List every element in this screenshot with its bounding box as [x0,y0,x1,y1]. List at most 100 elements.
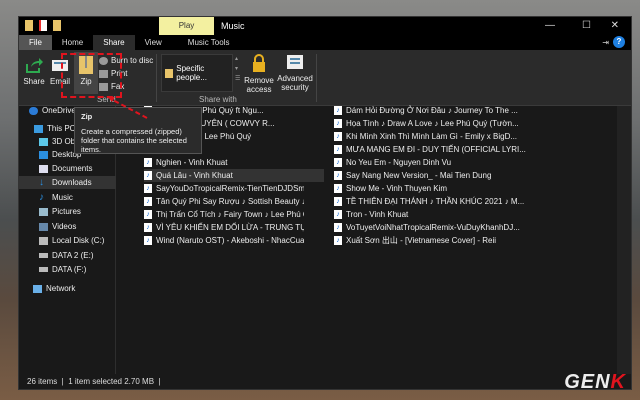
drive-icon [39,253,48,258]
share-list-scroll[interactable]: ▴ ▾ ☰ [235,54,240,84]
nav-item-documents[interactable]: Documents [19,162,116,175]
audio-file-icon: ♪ [334,184,342,193]
file-item[interactable]: ♪ Khi Mình Xinh Thì Mình Làm Gì - Emily x… [334,130,534,143]
file-name: Nghien - Vinh Khuat [156,158,228,167]
file-item[interactable]: ♪ VÌ YÊU KHIẾN EM DỐI LỪA - TRUNG TỰ (OFF… [144,221,304,234]
documents-icon [39,164,48,173]
remove-access-label: Remove access [244,76,274,94]
audio-file-icon: ♪ [334,197,342,206]
tab-music-tools[interactable]: Music Tools [178,35,240,50]
file-item[interactable]: ♪ MƯA MANG EM ĐI - DUY TIẾN (OFFICIAL LYR… [334,143,534,156]
music-note-icon: ♪ [39,191,44,203]
file-item[interactable]: ♪ VoTuyetVoiNhatTropicalRemix-VuDuyKhanhD… [334,221,534,234]
nav-item-downloads[interactable]: ↓ Downloads [19,176,116,189]
file-name: No Yeu Em - Nguyen Dinh Vu [346,158,452,167]
audio-file-icon: ♪ [334,223,342,232]
pictures-icon [39,207,48,216]
audio-file-icon: ♪ [144,197,152,206]
advanced-security-button[interactable]: Advanced security [277,53,313,92]
file-name: Wind (Naruto OST) - Akeboshi - NhacCuaTu… [156,236,304,245]
file-item[interactable]: ♪ Tân Quý Phi Say Rượu ♪ Sottish Beauty ♪… [144,195,304,208]
audio-file-icon: ♪ [334,119,342,128]
file-item[interactable]: ♪ Wind (Naruto OST) - Akeboshi - NhacCuaT… [144,234,304,247]
desktop-icon [39,150,48,159]
nav-label: Music [52,193,73,202]
status-bar: 26 items | 1 item selected 2.70 MB | [19,374,631,389]
file-name: Tân Quý Phi Say Rượu ♪ Sottish Beauty ♪ … [156,197,304,206]
audio-file-icon: ♪ [334,171,342,180]
file-item[interactable]: ♪ Nghien - Vinh Khuat [144,156,304,169]
file-name: Tron - Vinh Khuat [346,210,409,219]
nav-label: DATA 2 (E:) [52,251,94,260]
nav-label: Videos [52,222,77,231]
help-icon[interactable]: ? [613,36,625,48]
vertical-scrollbar[interactable] [617,106,631,376]
file-item[interactable]: ♪ Họa Tình ♪ Draw A Love ♪ Lee Phú Quý (T… [334,117,534,130]
divider [316,54,317,102]
videos-icon [39,222,48,231]
nav-item-music[interactable]: ♪ Music [19,191,116,204]
maximize-button[interactable]: ☐ [582,20,591,31]
nav-item-pictures[interactable]: Pictures [19,205,116,218]
nav-item-data2-e[interactable]: DATA 2 (E:) [19,249,116,262]
audio-file-icon: ♪ [334,158,342,167]
audio-file-icon: ♪ [144,184,152,193]
nav-item-videos[interactable]: Videos [19,220,116,233]
share-with-group-label: Share with [199,95,237,104]
nav-label: Local Disk (C:) [52,236,105,245]
file-name: TỀ THIÊN ĐẠI THÁNH ♪ THẦN KHÚC 2021 ♪ M.… [346,197,525,206]
audio-file-icon: ♪ [144,158,152,167]
file-name: Thị Trấn Cổ Tích ♪ Fairy Town ♪ Lee Phú … [156,210,304,219]
nav-item-local-disk-c[interactable]: Local Disk (C:) [19,234,116,247]
audio-file-icon: ♪ [334,132,342,141]
audio-file-icon: ♪ [144,171,152,180]
file-item[interactable]: ♪ Show Me - Vinh Thuyen Kim [334,182,534,195]
nav-item-network[interactable]: Network [19,282,116,295]
network-icon [33,284,42,293]
advanced-security-label: Advanced security [277,74,313,92]
nav-label: Pictures [52,207,81,216]
lock-icon [253,54,265,72]
file-item[interactable]: ♪ Dám Hỏi Đường Ở Nơi Đâu ♪ Journey To Th… [334,104,534,117]
security-icon [287,55,303,69]
audio-file-icon: ♪ [334,145,342,154]
audio-file-icon: ♪ [144,236,152,245]
nav-label: Documents [52,164,93,173]
nav-label: DATA (F:) [52,265,87,274]
cube-icon [39,137,48,146]
nav-item-data-f[interactable]: DATA (F:) [19,263,116,276]
selection-info: 1 item selected 2.70 MB [68,377,155,386]
file-name: Dám Hỏi Đường Ở Nơi Đâu ♪ Journey To The… [346,106,518,115]
file-name: VÌ YÊU KHIẾN EM DỐI LỪA - TRUNG TỰ (OFFI… [156,223,304,232]
file-item[interactable]: ♪ Xuất Sơn 出山 - [Vietnamese Cover] - Reii [334,234,534,247]
audio-file-icon: ♪ [334,210,342,219]
tooltip-body: Create a compressed (zipped) folder that… [81,127,187,154]
file-name: Xuất Sơn 出山 - [Vietnamese Cover] - Reii [346,236,497,245]
remove-access-button[interactable]: Remove access [244,53,274,94]
file-item[interactable]: ♪ No Yeu Em - Nguyen Dinh Vu [334,156,534,169]
file-item[interactable]: ♪ Thị Trấn Cổ Tích ♪ Fairy Town ♪ Lee Phú… [144,208,304,221]
file-name: Khi Mình Xinh Thì Mình Làm Gì - Emily x … [346,132,518,141]
file-explorer-window: Play Music — ☐ ✕ File Home Share View Mu… [18,16,632,390]
nav-label: Network [46,284,76,293]
audio-file-icon: ♪ [334,106,342,115]
minimize-button[interactable]: — [545,20,555,31]
file-item[interactable]: ♪ Tron - Vinh Khuat [334,208,534,221]
file-name: Quá Lâu - Vinh Khuat [156,171,233,180]
file-item[interactable]: ♪ Say Nang New Version_ - Mai Tien Dung [334,169,534,182]
audio-file-icon: ♪ [334,236,342,245]
file-name: SayYouDoTropicalRemix-TienTienDJDSmall-3… [156,184,304,193]
file-name: MƯA MANG EM ĐI - DUY TIẾN (OFFICIAL LYRI… [346,145,526,154]
pin-ribbon-icon[interactable]: ⇥ [602,38,609,47]
file-name: VoTuyetVoiNhatTropicalRemix-VuDuyKhanhDJ… [346,223,520,232]
drive-icon [39,236,48,245]
annotation-arrow [107,96,148,119]
file-item[interactable]: ♪ TỀ THIÊN ĐẠI THÁNH ♪ THẦN KHÚC 2021 ♪ M… [334,195,534,208]
file-item[interactable]: ♪ Quá Lâu - Vinh Khuat [144,169,324,182]
file-name: Say Nang New Version_ - Mai Tien Dung [346,171,492,180]
audio-file-icon: ♪ [144,210,152,219]
download-arrow-icon: ↓ [39,176,44,188]
file-item[interactable]: ♪ SayYouDoTropicalRemix-TienTienDJDSmall-… [144,182,304,195]
close-button[interactable]: ✕ [611,20,619,31]
specific-people-label: Specific people... [176,64,207,82]
